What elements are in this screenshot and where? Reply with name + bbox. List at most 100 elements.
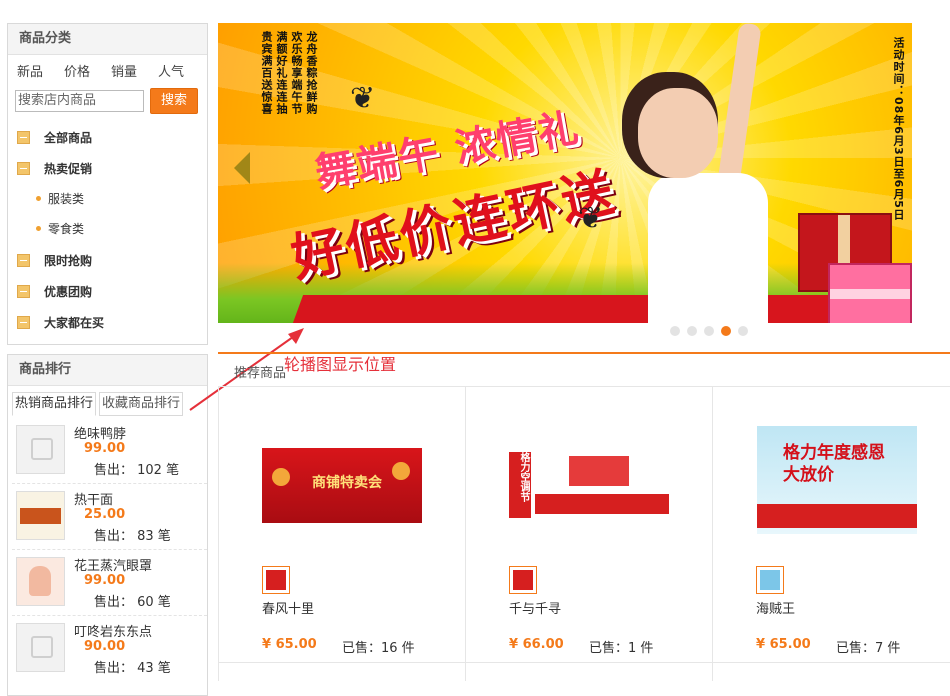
ranking-item-sold: 售出： 102 笔 — [94, 463, 180, 478]
carousel-dot-active[interactable] — [721, 326, 731, 336]
category-flash-sale[interactable]: 限时抢购 — [17, 252, 92, 269]
product-sold: 已售：7 件 — [836, 641, 901, 656]
folder-icon — [17, 316, 30, 329]
noodle-image — [20, 508, 61, 524]
banner-strip — [535, 494, 669, 514]
ranking-item-name[interactable]: 热干面 — [74, 489, 113, 508]
product-image-text: 商铺特卖会 — [312, 475, 382, 491]
banner-carousel[interactable]: 龙舟香粽抢鲜购 欢乐畅享端午节 满额好礼连连抽 贵宾满百送惊喜 活动时间：08年… — [218, 23, 912, 323]
product-sold: 已售：1 件 — [589, 641, 654, 656]
ranking-item[interactable]: 绝味鸭脖 99.00 售出： 102 笔 — [12, 419, 207, 484]
ranking-title: 商品排行 — [8, 355, 207, 386]
folder-icon — [17, 131, 30, 144]
sort-tab-sales[interactable]: 销量 — [111, 61, 158, 80]
ranking-panel: 商品排行 热销商品排行 收藏商品排行 绝味鸭脖 99.00 售出： 102 笔 … — [7, 354, 208, 696]
ranking-item-sold: 售出： 60 笔 — [94, 595, 171, 610]
product-card[interactable]: 格力年度感恩大放价 海贼王 ¥ 65.00 已售：7 件 — [712, 388, 950, 662]
banner-model — [618, 23, 808, 323]
butterfly-icon: ❦ — [578, 201, 604, 236]
product-name[interactable]: 千与千寻 — [509, 598, 561, 617]
product-image-text: 格力空调节 — [509, 452, 531, 518]
product-thumbnail — [16, 425, 65, 474]
search-button[interactable]: 搜索 — [150, 88, 198, 114]
product-price: ¥ 65.00 — [756, 637, 811, 652]
ornament-icon — [392, 462, 410, 480]
product-card[interactable]: 格力空调节 千与千寻 ¥ 66.00 已售：1 件 — [465, 388, 711, 662]
shop-search: 搜索店内商品 搜索 — [8, 85, 207, 114]
ornament-icon — [272, 468, 290, 486]
banner-promo-text-3: 满额好礼连连抽 — [275, 31, 288, 115]
category-everyone-buys[interactable]: 大家都在买 — [17, 314, 104, 331]
ranking-item[interactable]: 花王蒸汽眼罩 99.00 售出： 60 笔 — [12, 551, 207, 616]
product-thumbnail — [16, 557, 65, 606]
banner-promo-text-4: 贵宾满百送惊喜 — [260, 31, 273, 115]
ranking-item-sold: 售出： 43 笔 — [94, 661, 171, 676]
sort-tab-price[interactable]: 价格 — [64, 61, 111, 80]
banner-strip — [569, 456, 629, 486]
product-small-thumb[interactable] — [756, 566, 784, 594]
ranking-item-name[interactable]: 叮咚岩东东点 — [74, 621, 152, 640]
product-name[interactable]: 春风十里 — [262, 598, 314, 617]
ranking-item-price: 99.00 — [84, 441, 126, 456]
product-thumbnail — [16, 623, 65, 672]
category-all[interactable]: 全部商品 — [17, 129, 92, 146]
product-image-text: 格力年度感恩大放价 — [783, 443, 885, 485]
category-clothing[interactable]: 服装类 — [36, 190, 84, 207]
folder-icon — [17, 254, 30, 267]
sort-tab-new[interactable]: 新品 — [17, 61, 64, 80]
carousel-dot[interactable] — [704, 326, 714, 336]
butterfly-icon: ❦ — [350, 81, 376, 116]
product-small-thumb[interactable] — [262, 566, 290, 594]
carousel-dot[interactable] — [687, 326, 697, 336]
ranking-item[interactable]: 热干面 25.00 售出： 83 笔 — [12, 485, 207, 550]
product-image[interactable]: 格力空调节 — [509, 448, 669, 523]
carousel-dots — [670, 326, 748, 336]
gift-box-pink — [828, 263, 912, 323]
product-image[interactable]: 商铺特卖会 — [262, 448, 422, 523]
bullet-icon — [36, 226, 41, 231]
ranking-item-price: 25.00 — [84, 507, 126, 522]
recommend-title: 推荐商品 — [234, 366, 287, 381]
carousel-dot[interactable] — [670, 326, 680, 336]
grid-line — [218, 662, 950, 663]
annotation-label: 轮播图显示位置 — [284, 355, 397, 374]
category-group-buy[interactable]: 优惠团购 — [17, 283, 92, 300]
product-price: ¥ 65.00 — [262, 637, 317, 652]
ranking-item-name[interactable]: 绝味鸭脖 — [74, 423, 126, 442]
product-name[interactable]: 海贼王 — [756, 598, 795, 617]
folder-icon — [17, 285, 30, 298]
product-sold: 已售：16 件 — [342, 641, 415, 656]
ranking-item-sold: 售出： 83 笔 — [94, 529, 171, 544]
product-image[interactable]: 格力年度感恩大放价 — [757, 426, 917, 534]
ranking-item-price: 90.00 — [84, 639, 126, 654]
white-shirt — [648, 173, 768, 323]
sort-tab-popularity[interactable]: 人气 — [158, 61, 205, 80]
category-title: 商品分类 — [8, 24, 207, 55]
carousel-prev-icon[interactable] — [234, 152, 250, 184]
bag-icon — [31, 636, 53, 658]
ranking-item-name[interactable]: 花王蒸汽眼罩 — [74, 555, 152, 574]
category-snacks[interactable]: 零食类 — [36, 220, 84, 237]
tab-favorite-ranking[interactable]: 收藏商品排行 — [99, 392, 184, 416]
tab-hot-ranking[interactable]: 热销商品排行 — [12, 392, 97, 416]
product-price: ¥ 66.00 — [509, 637, 564, 652]
category-hot[interactable]: 热卖促销 — [17, 160, 92, 177]
carousel-dot[interactable] — [738, 326, 748, 336]
model-face — [638, 88, 718, 178]
ranking-item-price: 99.00 — [84, 573, 126, 588]
sort-tabs: 新品 价格 销量 人气 — [8, 55, 207, 85]
banner-promo-text-2: 欢乐畅享端午节 — [290, 31, 303, 115]
folder-icon — [17, 162, 30, 175]
product-small-thumb[interactable] — [509, 566, 537, 594]
ranking-tabs: 热销商品排行 收藏商品排行 — [8, 386, 207, 416]
portrait-image — [29, 566, 51, 596]
product-thumbnail — [16, 491, 65, 540]
grid-line — [218, 386, 950, 387]
search-input[interactable]: 搜索店内商品 — [15, 90, 144, 112]
bag-icon — [31, 438, 53, 460]
product-card[interactable]: 商铺特卖会 春风十里 ¥ 65.00 已售：16 件 — [218, 388, 464, 662]
banner-activity-time: 活动时间：08年6月3日至6月5日 — [892, 37, 905, 221]
banner-promo-text-1: 龙舟香粽抢鲜购 — [305, 31, 318, 115]
bullet-icon — [36, 196, 41, 201]
ranking-item[interactable]: 叮咚岩东东点 90.00 售出： 43 笔 — [12, 617, 207, 681]
